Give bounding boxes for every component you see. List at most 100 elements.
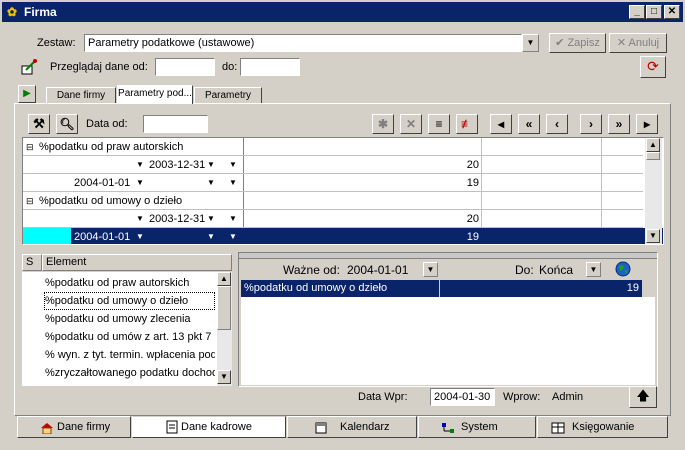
col-header-s[interactable]: S xyxy=(22,254,42,271)
bottom-tab-kalendarz[interactable]: Kalendarz xyxy=(287,416,417,438)
scroll-thumb[interactable] xyxy=(217,286,231,330)
element-scrollbar[interactable]: ▲ ▼ xyxy=(217,272,232,386)
grid-scrollbar[interactable]: ▲ ▼ xyxy=(645,138,662,244)
valid-from-value[interactable]: 2004-01-01 xyxy=(347,263,408,277)
scroll-up-button[interactable]: ▲ xyxy=(646,138,660,152)
delete-icon: ✕ xyxy=(405,117,417,131)
cancel-label: Anuluj xyxy=(628,37,660,49)
browse-to-input[interactable] xyxy=(240,58,300,76)
group-name: %podatku od praw autorskich xyxy=(39,141,184,153)
play-icon: ▶ xyxy=(23,88,31,99)
prev-page-button[interactable]: « xyxy=(518,114,540,134)
tab-parametry[interactable]: Parametry xyxy=(194,87,262,103)
bottom-tab-label: Kalendarz xyxy=(340,421,390,433)
bottom-tab-label: Księgowanie xyxy=(572,421,635,433)
save-button[interactable]: ✔ Zapisz xyxy=(549,33,606,53)
browse-from-input[interactable] xyxy=(155,58,215,76)
from-date: 2004-01-01 xyxy=(74,177,131,189)
grid-row[interactable]: ▼ 2003-12-31 ▼ ▼ 20 xyxy=(23,156,663,174)
bottom-tabbar: Dane firmy Dane kadrowe Kalendarz System… xyxy=(17,416,668,438)
network-icon xyxy=(441,421,455,433)
value-cell: 20 xyxy=(466,159,479,171)
scroll-down-button[interactable]: ▼ xyxy=(646,229,660,243)
grid-group-row[interactable]: ⊟ %podatku od praw autorskich xyxy=(23,138,663,156)
first-record-button[interactable]: ◂ xyxy=(490,114,512,134)
valid-to-dropdown-button[interactable]: ▼ xyxy=(586,262,601,277)
collapse-icon[interactable]: ⊟ xyxy=(26,138,34,156)
scroll-up-button[interactable]: ▲ xyxy=(217,272,231,286)
cancel-button[interactable]: ✕ Anuluj xyxy=(609,33,667,53)
to-dropdown-icon[interactable]: ▼ xyxy=(204,230,218,244)
to-dropdown-icon[interactable]: ▼ xyxy=(204,176,218,190)
collapse-icon[interactable]: ⊟ xyxy=(26,192,34,210)
tab-parametry-pod[interactable]: Parametry pod... xyxy=(117,85,193,104)
house-icon xyxy=(40,421,54,435)
bottom-tab-dane-firmy[interactable]: Dane firmy xyxy=(17,416,131,438)
grid-row[interactable]: 2004-01-01 ▼ ▼ ▼ 19 xyxy=(23,174,663,192)
bottom-tab-ksiegowanie[interactable]: Księgowanie xyxy=(537,416,668,438)
next-record-button[interactable]: › xyxy=(580,114,602,134)
bottom-tab-dane-kadrowe[interactable]: Dane kadrowe xyxy=(132,416,286,438)
refresh-icon: ⟳ xyxy=(647,58,659,74)
list-item[interactable]: %podatku od umów z art. 13 pkt 7 xyxy=(45,328,211,346)
grid-row-selected[interactable]: 2004-01-01 ▼ ▼ ▼ 19 xyxy=(23,228,663,244)
globe-icon[interactable] xyxy=(615,261,631,277)
list-item-selected[interactable]: %podatku od umowy o dzieło xyxy=(44,292,215,310)
to-dropdown-icon[interactable]: ▼ xyxy=(204,158,218,172)
delete-row-button[interactable]: ≢ xyxy=(456,114,478,134)
list-item[interactable]: % wyn. z tyt. termin. wpłacenia pod. xyxy=(45,346,215,364)
scroll-top-button[interactable]: 🡅 xyxy=(629,386,657,408)
date-from-input[interactable] xyxy=(143,115,208,133)
browse-from-label: Przeglądaj dane od: xyxy=(50,61,148,73)
mode-dropdown-icon[interactable]: ▼ xyxy=(226,212,240,226)
entry-date-value: 2004-01-30 xyxy=(434,391,491,403)
list-item[interactable]: %podatku od praw autorskich xyxy=(45,274,189,292)
add-row-button[interactable]: ≡ xyxy=(428,114,450,134)
from-dropdown-icon[interactable]: ▼ xyxy=(133,212,147,226)
bottom-tab-system[interactable]: System xyxy=(418,416,536,438)
entered-by-value: Admin xyxy=(552,391,584,403)
element-list-body: %podatku od praw autorskich %podatku od … xyxy=(22,272,217,386)
zestaw-dropdown-button[interactable]: ▼ xyxy=(522,34,539,52)
delete-button[interactable]: ✕ xyxy=(400,114,422,134)
to-date: 2003-12-31 xyxy=(149,159,206,171)
grid-group-row[interactable]: ⊟ %podatku od umowy o dzieło xyxy=(23,192,663,210)
prev-record-button[interactable]: ‹ xyxy=(546,114,568,134)
next-page-button[interactable]: » xyxy=(608,114,630,134)
search-button[interactable]: 🔍︎ xyxy=(56,114,78,134)
detail-row-value[interactable]: 19 xyxy=(440,280,642,297)
scroll-thumb[interactable] xyxy=(646,152,660,160)
maximize-button[interactable]: □ xyxy=(646,5,662,19)
from-dropdown-icon[interactable]: ▼ xyxy=(133,158,147,172)
last-record-button[interactable]: ▸ xyxy=(636,114,658,134)
scroll-down-button[interactable]: ▼ xyxy=(217,370,231,384)
list-item[interactable]: %zryczałtowanego podatku dochod xyxy=(45,364,215,382)
valid-to-label: Do: xyxy=(515,263,534,277)
mode-dropdown-icon[interactable]: ▼ xyxy=(226,230,240,244)
chevron-left-icon: ‹ xyxy=(555,117,559,131)
mode-dropdown-icon[interactable]: ▼ xyxy=(226,176,240,190)
refresh-button[interactable]: ⟳ xyxy=(640,56,666,78)
double-chevron-right-icon: » xyxy=(615,117,623,131)
list-item[interactable]: %podatku od umowy zlecenia xyxy=(45,310,191,328)
chevron-left-bar-icon: ◂ xyxy=(497,117,505,131)
to-dropdown-icon[interactable]: ▼ xyxy=(204,212,218,226)
col-header-element[interactable]: Element xyxy=(42,254,232,271)
valid-to-value[interactable]: Końca xyxy=(539,263,573,277)
bottom-tab-label: Dane kadrowe xyxy=(181,421,252,433)
mode-dropdown-icon[interactable]: ▼ xyxy=(226,158,240,172)
zestaw-select[interactable]: Parametry podatkowe (ustawowe) xyxy=(84,34,522,52)
valid-from-dropdown-button[interactable]: ▼ xyxy=(423,262,438,277)
tools-button[interactable]: ⚒ xyxy=(28,114,50,134)
play-button[interactable]: ▶ xyxy=(18,85,36,103)
minimize-button[interactable]: _ xyxy=(629,5,645,19)
grid-row[interactable]: ▼ 2003-12-31 ▼ ▼ 20 xyxy=(23,210,663,228)
close-button[interactable]: ✕ xyxy=(664,5,680,19)
tab-dane-firmy[interactable]: Dane firmy xyxy=(46,87,116,103)
asterisk-button[interactable]: ✱ xyxy=(372,114,394,134)
col-s-label: S xyxy=(26,256,34,268)
from-dropdown-icon[interactable]: ▼ xyxy=(133,230,147,244)
from-dropdown-icon[interactable]: ▼ xyxy=(133,176,147,190)
asterisk-icon: ✱ xyxy=(377,117,389,131)
detail-row-name[interactable]: %podatku od umowy o dzieło xyxy=(241,280,439,297)
